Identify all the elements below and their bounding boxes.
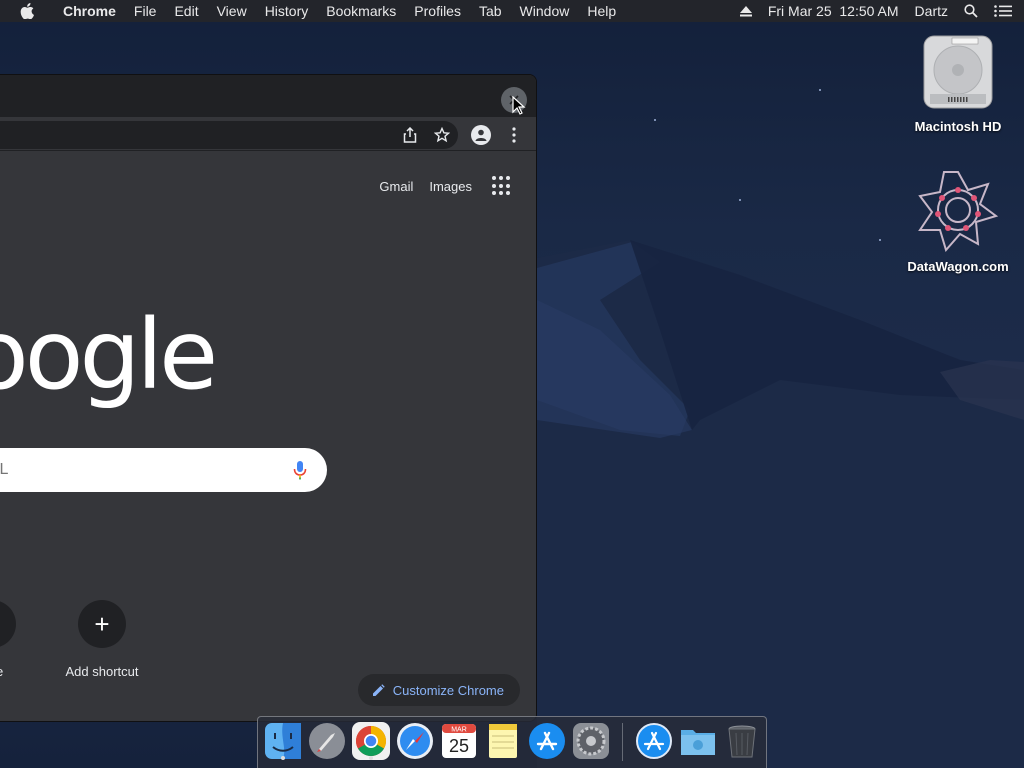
menu-view[interactable]: View bbox=[208, 0, 256, 22]
desktop-icon-label: DataWagon.com bbox=[907, 259, 1009, 274]
menu-bookmarks[interactable]: Bookmarks bbox=[317, 0, 405, 22]
add-shortcut-button[interactable]: + Add shortcut bbox=[52, 600, 152, 679]
google-logo: oogle bbox=[0, 299, 218, 411]
safari-icon bbox=[397, 723, 433, 759]
dock-launchpad[interactable] bbox=[307, 721, 347, 761]
menu-tab[interactable]: Tab bbox=[470, 0, 511, 22]
profile-avatar-icon[interactable] bbox=[471, 125, 491, 145]
menubar-user[interactable]: Dartz bbox=[907, 3, 956, 19]
more-options-icon[interactable] bbox=[504, 125, 524, 145]
chrome-window: Gmail Images oogle tore bbox=[0, 74, 537, 722]
desktop-icon-macintosh-hd[interactable]: Macintosh HD bbox=[898, 32, 1018, 134]
dock-system-preferences[interactable] bbox=[571, 721, 611, 761]
dock-separator bbox=[622, 723, 623, 761]
gmail-link[interactable]: Gmail bbox=[379, 179, 413, 194]
eject-icon[interactable] bbox=[732, 5, 760, 17]
trash-icon bbox=[728, 725, 756, 758]
running-indicator bbox=[369, 756, 373, 760]
menu-app-name[interactable]: Chrome bbox=[54, 0, 125, 22]
menu-profiles[interactable]: Profiles bbox=[405, 0, 470, 22]
notes-icon bbox=[489, 724, 517, 758]
launchpad-icon bbox=[309, 723, 345, 759]
dock-chrome[interactable] bbox=[351, 721, 391, 761]
dock-safari[interactable] bbox=[395, 721, 435, 761]
desktop-icon-datawagon[interactable]: DataWagon.com bbox=[898, 168, 1018, 274]
app-store-downloads-icon bbox=[636, 723, 672, 759]
downloads-folder-icon bbox=[681, 730, 715, 755]
google-apps-icon[interactable] bbox=[492, 176, 512, 196]
shortcut-icon bbox=[0, 600, 16, 648]
voice-search-icon[interactable] bbox=[293, 460, 307, 485]
tab-strip bbox=[0, 75, 536, 117]
apple-menu-icon[interactable] bbox=[0, 3, 54, 19]
finder-icon bbox=[265, 723, 301, 759]
dock-notes[interactable] bbox=[483, 721, 523, 761]
customize-chrome-label: Customize Chrome bbox=[392, 682, 504, 698]
app-store-icon bbox=[529, 723, 565, 759]
calendar-icon: MAR 25 bbox=[442, 724, 476, 758]
add-icon: + bbox=[78, 600, 126, 648]
shortcut-tile[interactable]: tore bbox=[0, 600, 42, 679]
spotlight-search-icon[interactable] bbox=[956, 4, 986, 18]
customize-chrome-button[interactable]: Customize Chrome bbox=[357, 674, 520, 706]
dock-downloads-folder[interactable] bbox=[678, 721, 718, 761]
search-box[interactable] bbox=[0, 448, 327, 492]
menu-history[interactable]: History bbox=[256, 0, 318, 22]
menu-help[interactable]: Help bbox=[578, 0, 625, 22]
dock-calendar[interactable]: MAR 25 bbox=[439, 721, 479, 761]
menu-edit[interactable]: Edit bbox=[165, 0, 207, 22]
browser-toolbar bbox=[0, 117, 536, 151]
images-link[interactable]: Images bbox=[429, 179, 472, 194]
datawagon-logo-icon bbox=[918, 171, 999, 253]
top-links: Gmail Images bbox=[363, 176, 512, 196]
pencil-icon bbox=[372, 683, 385, 696]
calendar-day: 25 bbox=[449, 736, 469, 756]
menubar-clock[interactable]: Fri Mar 25 12:50 AM bbox=[760, 3, 907, 19]
desktop-icon-label: Macintosh HD bbox=[914, 119, 1002, 134]
menu-file[interactable]: File bbox=[125, 0, 166, 22]
hard-drive-icon bbox=[923, 35, 993, 109]
mouse-cursor-icon bbox=[512, 96, 526, 115]
notification-center-icon[interactable] bbox=[986, 5, 1024, 17]
calendar-month: MAR bbox=[451, 727, 467, 734]
search-input[interactable] bbox=[0, 448, 270, 492]
dock-trash[interactable] bbox=[722, 721, 762, 761]
add-shortcut-label: Add shortcut bbox=[65, 664, 139, 679]
menu-bar: Chrome File Edit View History Bookmarks … bbox=[0, 0, 1024, 22]
shortcut-label: tore bbox=[0, 664, 42, 679]
address-bar[interactable] bbox=[0, 121, 458, 149]
dock: MAR 25 bbox=[257, 716, 767, 768]
chrome-icon bbox=[352, 722, 390, 760]
running-indicator bbox=[281, 756, 285, 760]
menu-window[interactable]: Window bbox=[511, 0, 579, 22]
share-icon[interactable] bbox=[400, 125, 420, 145]
dock-finder[interactable] bbox=[263, 721, 303, 761]
new-tab-page: Gmail Images oogle tore bbox=[0, 152, 536, 721]
dock-app-store[interactable] bbox=[527, 721, 567, 761]
system-preferences-icon bbox=[573, 723, 609, 759]
dock-app-store-downloads[interactable] bbox=[634, 721, 674, 761]
bookmark-star-icon[interactable] bbox=[432, 125, 452, 145]
